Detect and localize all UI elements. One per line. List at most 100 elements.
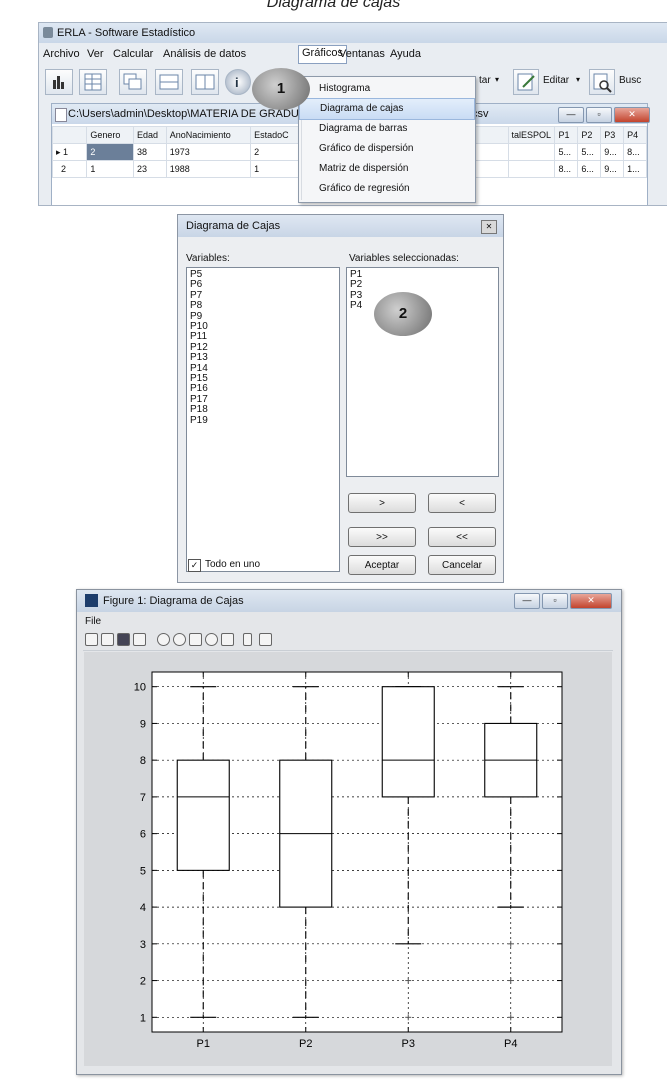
menu-item-diagrama-barras[interactable]: Diagrama de barras [299, 119, 475, 139]
minimize-icon[interactable]: — [514, 593, 540, 609]
remove-variable-button[interactable]: < [428, 493, 496, 513]
table-cell[interactable]: 1... [623, 160, 647, 178]
editar-label[interactable]: Editar [543, 75, 569, 86]
open-file-icon[interactable] [101, 633, 114, 646]
print-icon[interactable] [133, 633, 146, 646]
y-tick-label: 1 [140, 1012, 146, 1024]
chevron-down-icon[interactable]: ▾ [495, 75, 499, 84]
menu-file[interactable]: File [85, 616, 101, 627]
close-icon[interactable]: ✕ [481, 220, 497, 234]
table-cell[interactable] [507, 143, 556, 161]
table-cell[interactable]: 38 [132, 143, 167, 161]
table-cell[interactable]: 1 [86, 160, 134, 178]
table-cell[interactable]: 2 [86, 143, 134, 161]
legend-icon[interactable] [259, 633, 272, 646]
data-cursor-icon[interactable] [221, 633, 234, 646]
table-cell[interactable]: 9... [600, 160, 625, 178]
col-header-p4[interactable]: P4 [623, 126, 647, 144]
list-item[interactable]: P2 [350, 279, 495, 290]
zoom-out-icon[interactable] [173, 633, 186, 646]
table-cell[interactable]: 6... [577, 160, 602, 178]
list-item[interactable]: P5 [190, 269, 336, 280]
menu-item-grafico-dispersion[interactable]: Gráfico de dispersión [299, 139, 475, 159]
col-header-p3[interactable]: P3 [600, 126, 625, 144]
chart-tool-button[interactable] [45, 69, 73, 95]
list-item[interactable]: P11 [190, 332, 336, 343]
table-cell[interactable]: 23 [132, 160, 167, 178]
list-item[interactable]: P17 [190, 394, 336, 405]
menu-ver[interactable]: Ver [87, 48, 104, 60]
zoom-in-icon[interactable] [157, 633, 170, 646]
row-index[interactable]: 2 [51, 160, 88, 178]
rotate-3d-icon[interactable] [205, 633, 218, 646]
col-header-talespol[interactable]: talESPOL [507, 126, 556, 144]
col-header-genero[interactable]: Genero [86, 126, 134, 144]
list-item[interactable]: P1 [350, 269, 495, 280]
table-tool-button[interactable] [79, 69, 107, 95]
col-header-p1[interactable]: P1 [554, 126, 579, 144]
list-item[interactable]: P18 [190, 404, 336, 415]
list-item[interactable]: P19 [190, 415, 336, 426]
variables-listbox[interactable]: P5 P6 P7 P8 P9 P10 P11 P12 P13 P14 P15 P16 P17 P18 P19 [186, 267, 340, 572]
maximize-icon[interactable]: ▫ [542, 593, 568, 609]
table-cell[interactable]: 9... [600, 143, 625, 161]
table-cell[interactable]: 5... [577, 143, 602, 161]
list-item[interactable]: P14 [190, 363, 336, 374]
windows-tool-button[interactable] [119, 69, 147, 95]
col-header-estadoc[interactable]: EstadoC [250, 126, 304, 144]
y-tick-label: 5 [140, 865, 146, 877]
todo-en-uno-checkbox[interactable]: ✓ [188, 559, 201, 572]
list-item[interactable]: P15 [190, 373, 336, 384]
tile-v-tool-button[interactable] [191, 69, 219, 95]
table-cell[interactable] [507, 160, 556, 178]
menu-item-grafico-regresion[interactable]: Gráfico de regresión [299, 179, 475, 199]
close-icon[interactable]: ✕ [614, 107, 650, 123]
table-cell[interactable]: 1988 [165, 160, 252, 178]
menu-analisis[interactable]: Análisis de datos [163, 48, 246, 60]
list-item[interactable]: P8 [190, 300, 336, 311]
info-tool-button[interactable]: i [225, 69, 251, 95]
list-item[interactable]: P10 [190, 321, 336, 332]
maximize-icon[interactable]: ▫ [586, 107, 612, 123]
menu-item-histograma[interactable]: Histograma [299, 79, 475, 99]
aceptar-button[interactable]: Aceptar [348, 555, 416, 575]
menu-ventanas[interactable]: Ventanas [339, 48, 385, 60]
table-cell[interactable]: 5... [554, 143, 579, 161]
buscar-button[interactable] [589, 69, 615, 95]
list-item[interactable]: P7 [190, 290, 336, 301]
list-item[interactable]: P9 [190, 311, 336, 322]
menu-ayuda[interactable]: Ayuda [390, 48, 421, 60]
editar-button[interactable] [513, 69, 539, 95]
cancelar-button[interactable]: Cancelar [428, 555, 496, 575]
menu-item-matriz-dispersion[interactable]: Matriz de dispersión [299, 159, 475, 179]
list-item[interactable]: P12 [190, 342, 336, 353]
col-header-edad[interactable]: Edad [132, 126, 167, 144]
table-cell[interactable]: 8... [554, 160, 579, 178]
pan-hand-icon[interactable] [189, 633, 202, 646]
add-variable-button[interactable]: > [348, 493, 416, 513]
dialog-titlebar: Diagrama de Cajas ✕ [178, 215, 503, 237]
list-item[interactable]: P6 [190, 279, 336, 290]
menu-calcular[interactable]: Calcular [113, 48, 153, 60]
table-cell[interactable]: 1973 [165, 143, 252, 161]
add-all-button[interactable]: >> [348, 527, 416, 547]
row-index[interactable]: ▸ 1 [51, 143, 88, 161]
colorbar-icon[interactable] [243, 633, 252, 646]
save-icon[interactable] [117, 633, 130, 646]
close-icon[interactable]: ✕ [570, 593, 612, 609]
minimize-icon[interactable]: — [558, 107, 584, 123]
list-item[interactable]: P16 [190, 384, 336, 395]
remove-all-button[interactable]: << [428, 527, 496, 547]
table-cell[interactable]: 8... [623, 143, 647, 161]
chevron-down-icon[interactable]: ▾ [576, 75, 580, 84]
list-item[interactable]: P13 [190, 352, 336, 363]
table-cell[interactable]: 1 [250, 160, 304, 178]
buscar-label[interactable]: Busc [619, 75, 641, 86]
new-figure-icon[interactable] [85, 633, 98, 646]
menu-archivo[interactable]: Archivo [43, 48, 80, 60]
col-header-p2[interactable]: P2 [577, 126, 602, 144]
menu-item-diagrama-cajas[interactable]: Diagrama de cajas [299, 98, 475, 120]
table-cell[interactable]: 2 [250, 143, 304, 161]
tile-tool-button[interactable] [155, 69, 183, 95]
col-header-anonacimiento[interactable]: AnoNacimiento [165, 126, 252, 144]
